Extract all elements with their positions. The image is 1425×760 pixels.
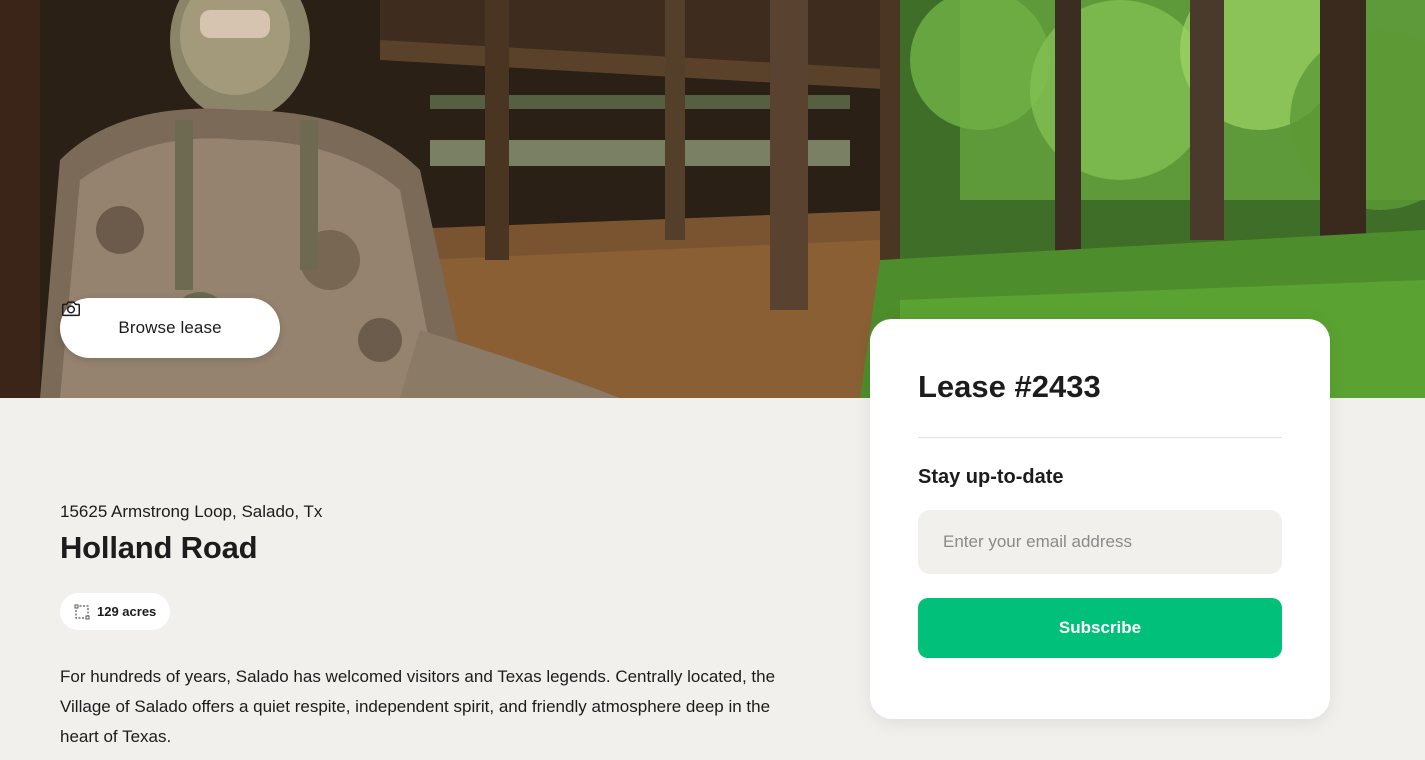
email-input[interactable] [918, 510, 1282, 574]
listing-address: 15625 Armstrong Loop, Salado, Tx [60, 502, 323, 521]
camera-icon [62, 301, 80, 317]
area-icon [74, 604, 90, 619]
listing-description: For hundreds of years, Salado has welcom… [60, 667, 776, 746]
stay-up-to-date-label: Stay up-to-date [918, 466, 1064, 488]
browse-lease-button[interactable]: Browse lease [60, 298, 280, 358]
subscribe-button[interactable]: Subscribe [918, 598, 1282, 658]
acres-label: 129 acres [97, 604, 157, 619]
acres-badge: 129 acres [60, 593, 171, 630]
card-divider [918, 437, 1282, 438]
listing-title: Holland Road [60, 530, 258, 565]
lease-card: Lease #2433 Stay up-to-date Subscribe [870, 319, 1330, 719]
browse-lease-label: Browse lease [118, 318, 222, 337]
lease-title: Lease #2433 [918, 369, 1101, 404]
